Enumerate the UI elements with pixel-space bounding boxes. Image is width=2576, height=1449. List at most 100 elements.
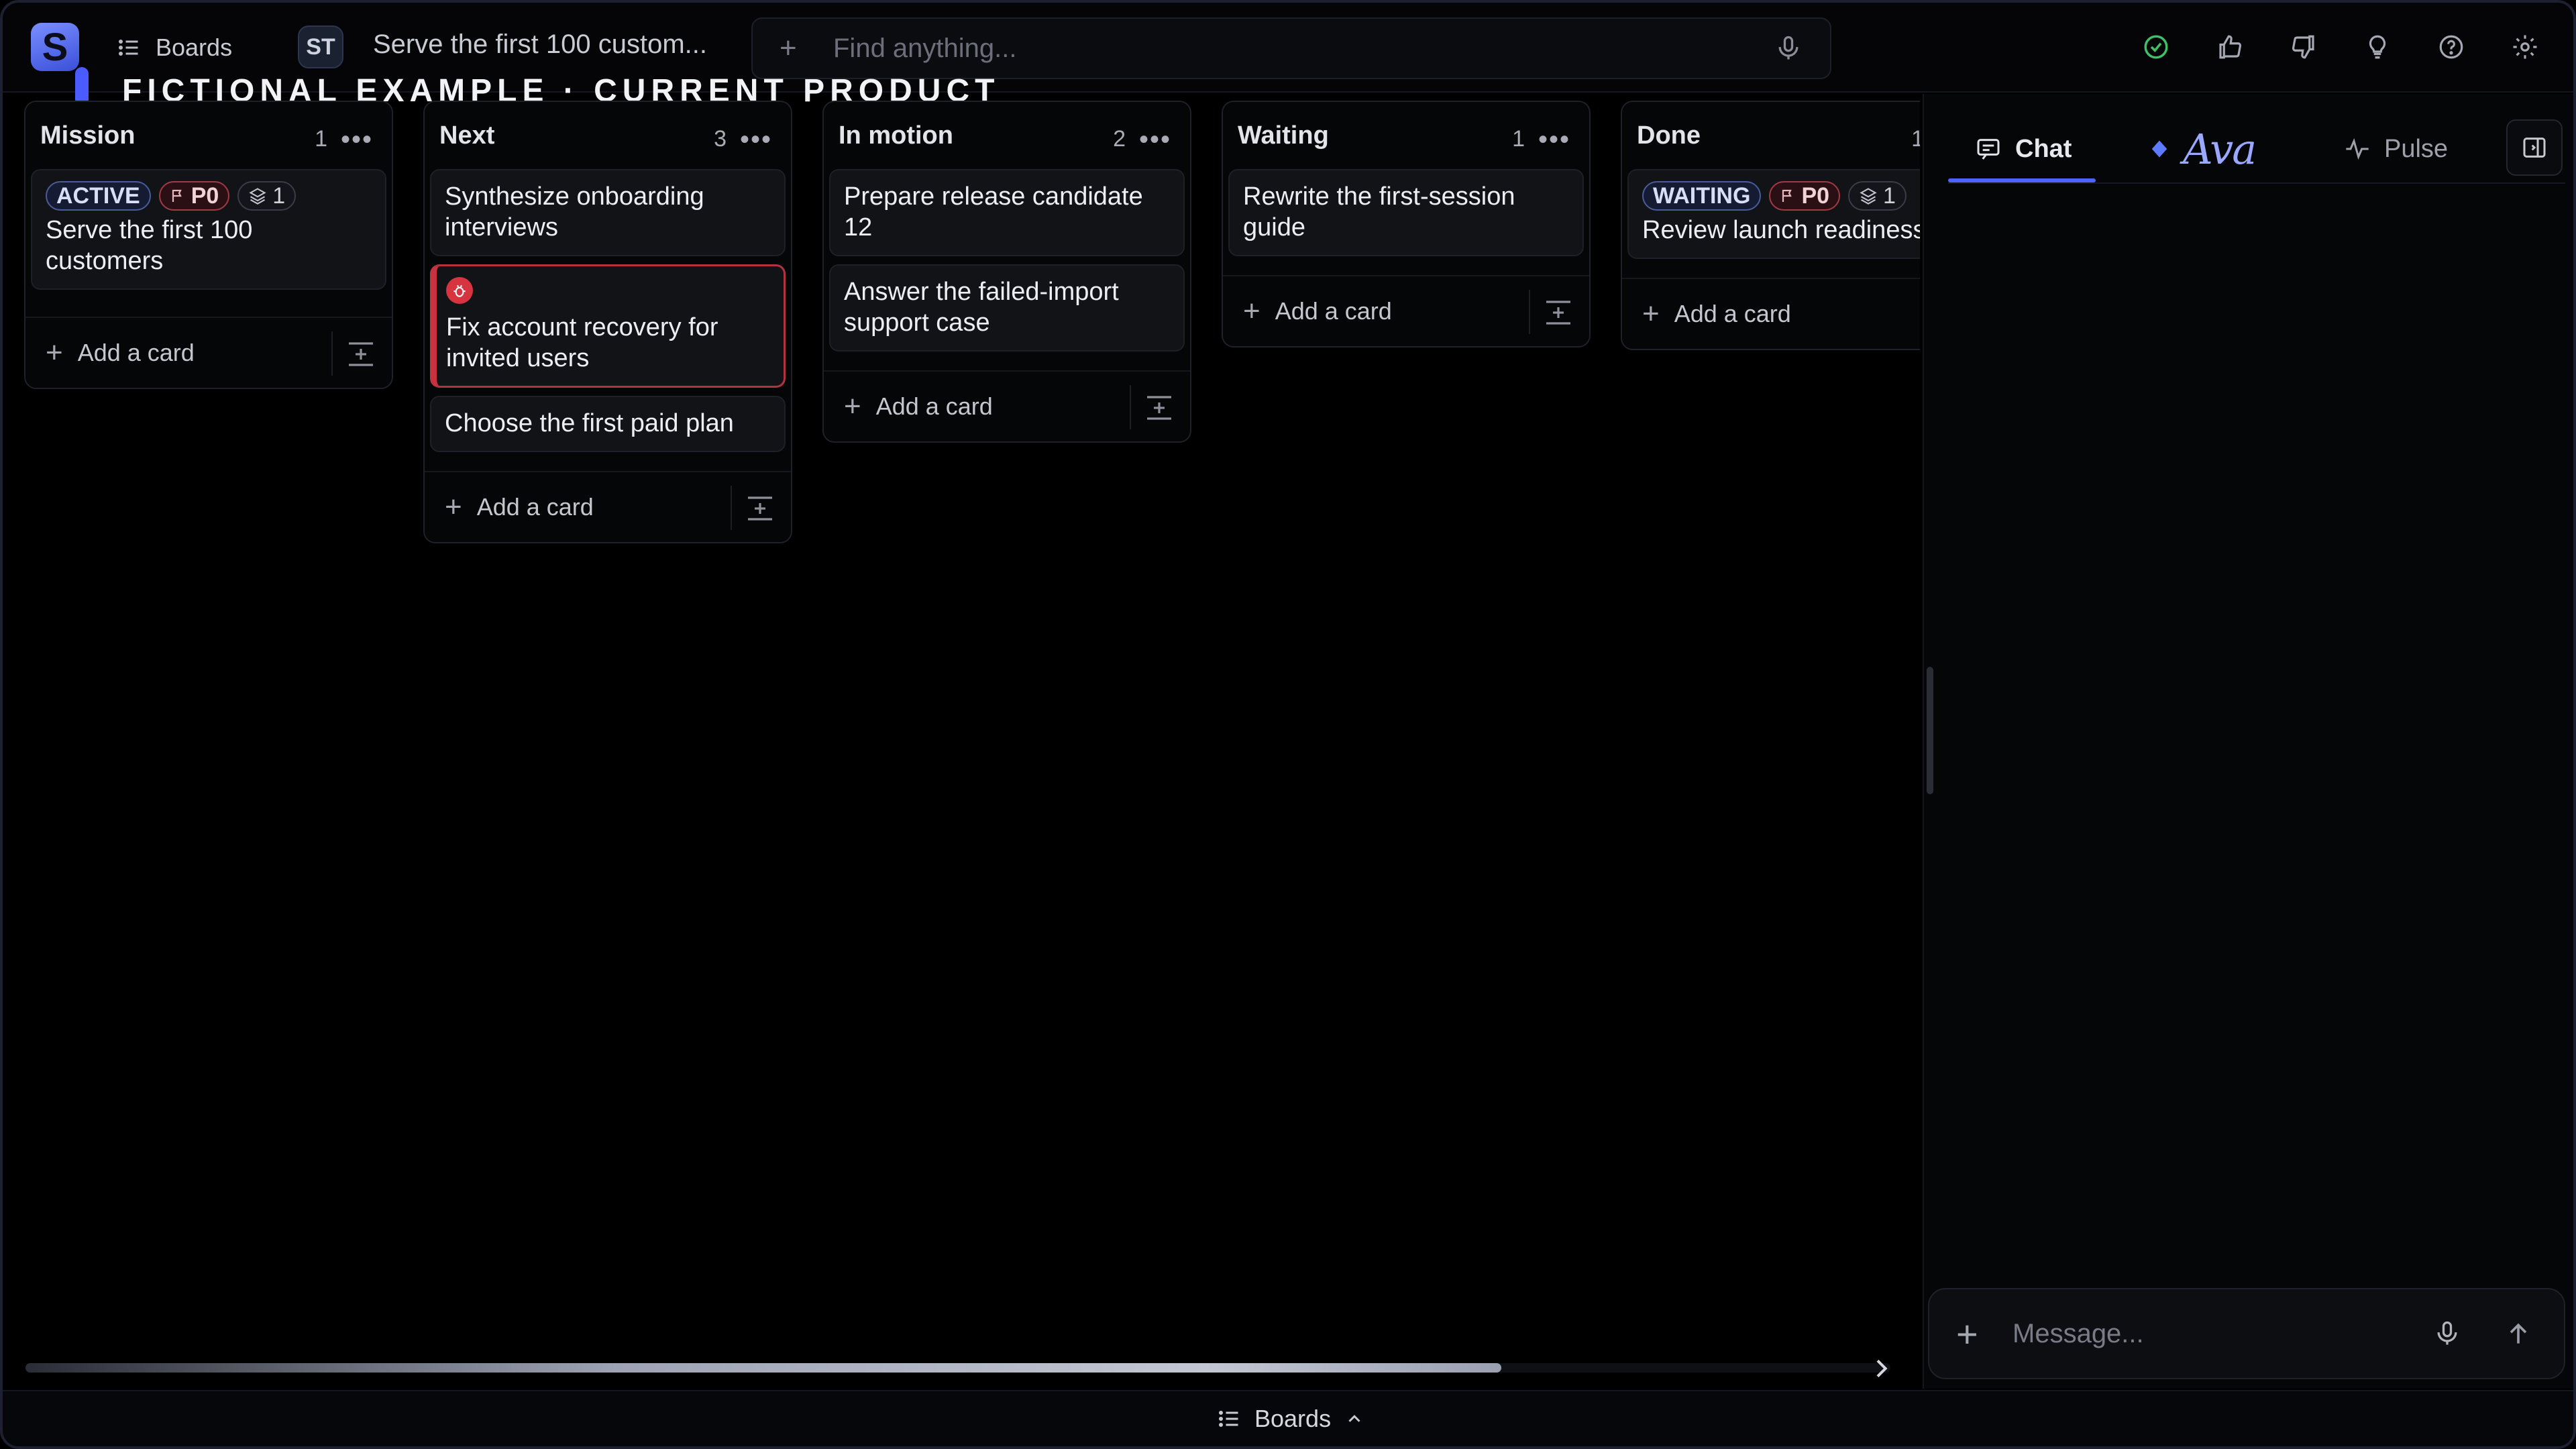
- divider: [331, 331, 333, 376]
- add-card-label: Add a card: [77, 339, 195, 366]
- divider: [1130, 385, 1131, 429]
- card[interactable]: WAITING P0 1 Review launch readiness: [1627, 169, 1920, 259]
- chevron-right-icon[interactable]: [1868, 1355, 1894, 1382]
- card-bug[interactable]: Fix account recovery for invited users: [430, 264, 786, 388]
- insert-card-icon[interactable]: [345, 338, 377, 370]
- column-footer: + Add a card: [1622, 278, 1920, 349]
- more-icon[interactable]: •••: [740, 125, 772, 155]
- add-card-label: Add a card: [1275, 297, 1392, 325]
- top-actions: [2136, 27, 2545, 67]
- thumbs-up-icon[interactable]: [2210, 27, 2250, 67]
- column-footer: + Add a card: [425, 471, 791, 542]
- add-card-label: Add a card: [1674, 300, 1791, 327]
- card-title: Synthesize onboarding interviews: [445, 182, 704, 241]
- microphone-icon[interactable]: [2428, 1315, 2466, 1352]
- assistant-panel: Chat Ava Pulse +: [1923, 94, 2573, 1389]
- gear-icon[interactable]: [2505, 27, 2545, 67]
- boards-nav-label: Boards: [156, 34, 233, 61]
- tab-label: Pulse: [2384, 134, 2449, 163]
- panel-tabs: Chat Ava Pulse: [1948, 114, 2565, 184]
- tab-ava[interactable]: Ava: [2149, 114, 2257, 184]
- card-chips: ACTIVE P0 1: [46, 181, 373, 211]
- add-card-button[interactable]: + Add a card: [1243, 294, 1392, 328]
- plus-icon: +: [1243, 294, 1260, 327]
- card-title: Answer the failed-import support case: [844, 278, 1119, 337]
- boards-nav-link[interactable]: Boards: [117, 30, 232, 66]
- column-mission: Mission 1 ••• ACTIVE P0 1 Serve the firs…: [24, 101, 393, 389]
- add-card-button[interactable]: + Add a card: [445, 490, 594, 524]
- app-window: S Boards ST Serve the first 100 custom..…: [0, 0, 2576, 1449]
- pulse-icon: [2346, 138, 2369, 160]
- column-footer: + Add a card: [25, 317, 392, 388]
- layers-count: 1: [272, 182, 286, 209]
- column-header: Next 3 •••: [425, 102, 791, 169]
- layers-count: 1: [1883, 182, 1896, 209]
- status-badge: ACTIVE: [46, 181, 151, 211]
- column-count: 1: [1512, 126, 1525, 152]
- plus-icon[interactable]: +: [780, 32, 820, 65]
- column-in-motion: In motion 2 ••• Prepare release candidat…: [822, 101, 1191, 443]
- column-count: 3: [714, 126, 727, 152]
- add-card-label: Add a card: [875, 392, 993, 420]
- app-logo[interactable]: S: [31, 23, 79, 71]
- priority-badge: P0: [158, 181, 230, 211]
- project-badge[interactable]: ST: [298, 25, 343, 68]
- insert-card-icon[interactable]: [1143, 392, 1175, 424]
- plus-icon[interactable]: +: [1956, 1312, 2003, 1356]
- add-card-button[interactable]: + Add a card: [1642, 297, 1791, 331]
- help-icon[interactable]: [2431, 27, 2471, 67]
- more-icon[interactable]: •••: [341, 125, 373, 155]
- insert-card-icon[interactable]: [1542, 297, 1574, 329]
- lightbulb-icon[interactable]: [2357, 27, 2398, 67]
- thumbs-down-icon[interactable]: [2284, 27, 2324, 67]
- breadcrumb-title[interactable]: Serve the first 100 custom...: [373, 30, 707, 60]
- plus-icon: +: [445, 490, 462, 523]
- search-input[interactable]: [833, 33, 1774, 64]
- card-title: Choose the first paid plan: [445, 409, 734, 437]
- column-count: 2: [1113, 126, 1126, 152]
- priority-label: P0: [1801, 182, 1830, 209]
- add-card-button[interactable]: + Add a card: [46, 336, 195, 370]
- tab-pulse[interactable]: Pulse: [2344, 114, 2448, 184]
- more-icon[interactable]: •••: [1139, 125, 1171, 155]
- divider: [731, 486, 732, 530]
- column-title: Done: [1637, 121, 1701, 150]
- tab-chat[interactable]: Chat: [1975, 114, 2072, 184]
- plus-icon: +: [1642, 297, 1660, 330]
- tab-label: Chat: [2015, 134, 2072, 163]
- check-circle-icon[interactable]: [2136, 27, 2176, 67]
- send-arrow-icon[interactable]: [2500, 1315, 2537, 1352]
- flag-icon: [1782, 189, 1792, 202]
- card[interactable]: Prepare release candidate 12: [829, 169, 1185, 256]
- sidebar-toggle-icon: [2523, 138, 2546, 158]
- card-title: Prepare release candidate 12: [844, 182, 1143, 241]
- kanban-board: Mission 1 ••• ACTIVE P0 1 Serve the firs…: [3, 94, 1920, 1389]
- panel-resize-handle[interactable]: [1927, 667, 1933, 794]
- card-title: Fix account recovery for invited users: [446, 313, 718, 372]
- insert-card-icon[interactable]: [744, 492, 776, 525]
- column-header: Waiting 1 •••: [1223, 102, 1589, 169]
- priority-badge: P0: [1769, 181, 1841, 211]
- card[interactable]: ACTIVE P0 1 Serve the first 100 customer…: [31, 169, 386, 290]
- flag-icon: [172, 189, 182, 202]
- more-icon[interactable]: •••: [1538, 125, 1570, 155]
- chevron-up-icon: [1348, 1415, 1360, 1422]
- diamond-icon: [2151, 140, 2167, 158]
- search-bar[interactable]: +: [751, 17, 1831, 79]
- card[interactable]: Synthesize onboarding interviews: [430, 169, 786, 256]
- microphone-icon[interactable]: [1774, 34, 1803, 63]
- column-title: Next: [439, 121, 495, 150]
- horizontal-scrollbar-thumb[interactable]: [25, 1363, 1501, 1373]
- card[interactable]: Choose the first paid plan: [430, 396, 786, 452]
- panel-collapse-button[interactable]: [2506, 119, 2563, 176]
- bottom-boards-button[interactable]: Boards: [1217, 1405, 1364, 1433]
- plus-icon: +: [844, 390, 861, 423]
- column-count: 1: [315, 126, 327, 152]
- card-title: Rewrite the first-session guide: [1243, 182, 1515, 241]
- message-input[interactable]: [2012, 1318, 2395, 1349]
- card[interactable]: Answer the failed-import support case: [829, 264, 1185, 352]
- message-composer[interactable]: +: [1928, 1288, 2565, 1379]
- bug-icon: [446, 277, 473, 304]
- add-card-button[interactable]: + Add a card: [844, 390, 993, 423]
- card[interactable]: Rewrite the first-session guide: [1228, 169, 1584, 256]
